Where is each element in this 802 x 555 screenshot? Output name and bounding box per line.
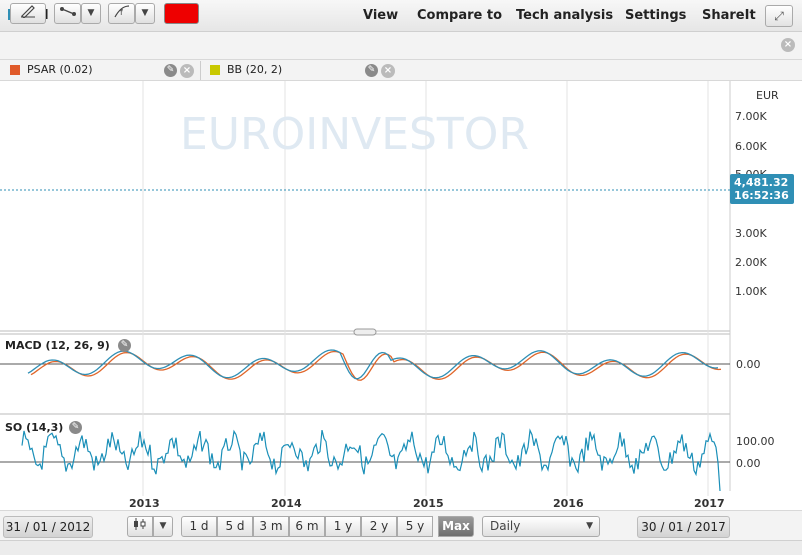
color-picker-button[interactable] xyxy=(164,3,199,24)
macd-label: MACD (12, 26, 9) xyxy=(5,339,110,352)
price-tick: 3.00K xyxy=(735,227,767,240)
wrench-icon[interactable]: ✎ xyxy=(164,64,177,77)
range-2y-button[interactable]: 2 y xyxy=(361,516,397,537)
end-date[interactable]: 30 / 01 / 2017 xyxy=(637,516,730,538)
fibonacci-tool-button[interactable]: f xyxy=(108,3,135,24)
range-1y-button[interactable]: 1 y xyxy=(325,516,361,537)
range-5y-button[interactable]: 5 y xyxy=(397,516,433,537)
current-price-value: 4,481.32 xyxy=(734,176,789,189)
x-tick: 2016 xyxy=(553,497,584,510)
menu-compare-to[interactable]: Compare to xyxy=(417,8,502,23)
x-tick: 2013 xyxy=(129,497,160,510)
wrench-icon[interactable]: ✎ xyxy=(69,421,82,434)
menu-settings[interactable]: Settings xyxy=(625,8,686,23)
remove-psar-icon[interactable]: × xyxy=(180,64,194,78)
wrench-icon[interactable]: ✎ xyxy=(118,339,131,352)
range-3m-button[interactable]: 3 m xyxy=(253,516,289,537)
footer-strip xyxy=(0,540,802,555)
fibonacci-tool-dropdown[interactable]: ▼ xyxy=(135,3,155,24)
range-1d-button[interactable]: 1 d xyxy=(181,516,217,537)
line-tool-dropdown[interactable]: ▼ xyxy=(81,3,101,24)
drawing-toolbar xyxy=(0,32,802,60)
so-tick: 0.00 xyxy=(736,457,761,470)
close-toolbar-icon[interactable]: × xyxy=(781,38,795,52)
price-tick: 6.00K xyxy=(735,140,767,153)
current-price-time: 16:52:36 xyxy=(734,189,789,202)
fullscreen-icon[interactable]: ⤢ xyxy=(765,5,793,27)
chart-type-button[interactable] xyxy=(127,516,153,537)
current-price-tag: 4,481.32 16:52:36 xyxy=(730,174,794,204)
macd-tick: 0.00 xyxy=(736,358,761,371)
so-label: SO (14,3) xyxy=(5,421,64,434)
range-max-button[interactable]: Max xyxy=(438,516,474,537)
watermark: EUROINVESTOR xyxy=(180,109,529,160)
bb-color-swatch xyxy=(210,65,220,75)
fibonacci-icon: f xyxy=(113,5,129,18)
candlestick-icon xyxy=(134,518,146,530)
range-5d-button[interactable]: 5 d xyxy=(217,516,253,537)
chevron-down-icon: ▼ xyxy=(586,521,593,531)
pen-icon xyxy=(21,5,35,19)
chart-area[interactable]: EUROINVESTOR xyxy=(0,81,802,510)
panel-resize-handle[interactable] xyxy=(353,328,377,336)
psar-label: PSAR (0.02) xyxy=(27,63,93,76)
svg-text:f: f xyxy=(120,8,123,17)
x-tick: 2017 xyxy=(694,497,725,510)
price-tick: 1.00K xyxy=(735,285,767,298)
remove-bb-icon[interactable]: × xyxy=(381,64,395,78)
price-tick: 7.00K xyxy=(735,110,767,123)
x-tick: 2015 xyxy=(413,497,444,510)
wrench-icon[interactable]: ✎ xyxy=(365,64,378,77)
stochastic-line xyxy=(21,428,721,492)
indicator-bar xyxy=(0,60,802,81)
chart-type-dropdown[interactable]: ▼ xyxy=(153,516,173,537)
menu-tech-analysis[interactable]: Tech analysis xyxy=(516,8,613,23)
menu-view[interactable]: View xyxy=(363,8,398,23)
psar-color-swatch xyxy=(10,65,20,75)
interval-value: Daily xyxy=(490,519,521,533)
start-date[interactable]: 31 / 01 / 2012 xyxy=(3,516,93,538)
trendline-icon xyxy=(59,7,76,16)
currency-label: EUR xyxy=(756,89,779,102)
so-tick: 100.00 xyxy=(736,435,775,448)
divider xyxy=(200,61,201,80)
x-tick: 2014 xyxy=(271,497,302,510)
price-tick: 2.00K xyxy=(735,256,767,269)
pen-tool-button[interactable] xyxy=(10,3,46,24)
interval-select[interactable]: Daily ▼ xyxy=(482,516,600,537)
menu-shareit[interactable]: ShareIt xyxy=(702,8,756,23)
range-6m-button[interactable]: 6 m xyxy=(289,516,325,537)
line-tool-button[interactable] xyxy=(54,3,81,24)
bb-label: BB (20, 2) xyxy=(227,63,283,76)
